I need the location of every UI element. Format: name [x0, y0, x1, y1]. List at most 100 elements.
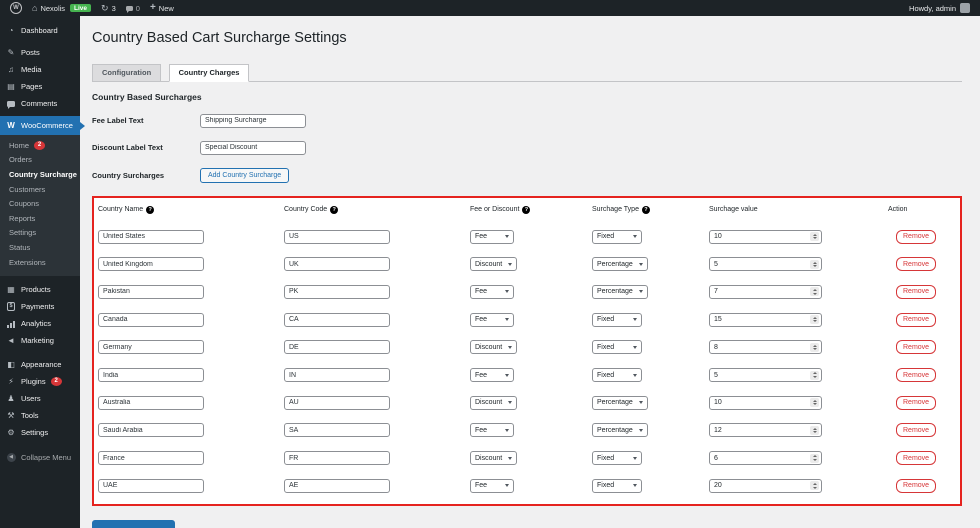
surcharge-value-input[interactable]: [711, 288, 797, 296]
fee-or-discount-select[interactable]: Fee: [470, 312, 514, 327]
sidebar-item-pages[interactable]: ▤ Pages: [0, 78, 80, 95]
sidebar-item-comments[interactable]: Comments: [0, 95, 80, 112]
surcharge-value-input[interactable]: [711, 316, 797, 324]
sidebar-item-products[interactable]: ▦ Products: [0, 281, 80, 298]
surcharge-type-select[interactable]: Fixed: [592, 340, 642, 355]
remove-button[interactable]: Remove: [896, 312, 937, 327]
remove-button[interactable]: Remove: [896, 395, 937, 410]
surcharge-type-select[interactable]: Percentage: [592, 423, 648, 438]
surcharge-value-input[interactable]: [711, 454, 797, 462]
country-code-input[interactable]: [284, 451, 390, 466]
fee-or-discount-select[interactable]: Fee: [470, 368, 514, 383]
surcharge-type-select[interactable]: Fixed: [592, 451, 642, 466]
surcharge-type-select[interactable]: Fixed: [592, 368, 642, 383]
site-name-menu[interactable]: ⌂ Nexolis Live: [32, 3, 92, 13]
country-name-input[interactable]: [98, 229, 204, 244]
sidebar-item-tools[interactable]: ⚒ Tools: [0, 407, 80, 424]
remove-button[interactable]: Remove: [896, 340, 937, 355]
number-spinner[interactable]: [810, 398, 819, 408]
surcharge-value-input[interactable]: [711, 233, 797, 241]
sidebar-item-posts[interactable]: ✎ Posts: [0, 44, 80, 61]
sidebar-item-home[interactable]: Home 2: [0, 138, 80, 153]
surcharge-type-select[interactable]: Percentage: [592, 284, 648, 299]
comments-menu[interactable]: 0: [125, 4, 140, 13]
surcharge-value-input[interactable]: [711, 371, 797, 379]
country-code-input[interactable]: [284, 284, 390, 299]
sidebar-item-settings[interactable]: ⚙ Settings: [0, 424, 80, 441]
country-code-input[interactable]: [284, 312, 390, 327]
help-icon[interactable]: ?: [522, 205, 531, 214]
sidebar-item-settings[interactable]: Settings: [0, 226, 80, 241]
add-country-surcharge-button[interactable]: Add Country Surcharge: [200, 167, 290, 183]
sidebar-item-woocommerce[interactable]: W WooCommerce: [0, 116, 85, 135]
country-code-input[interactable]: [284, 368, 390, 383]
sidebar-item-country-surcharge[interactable]: Country Surcharge: [0, 167, 80, 182]
remove-button[interactable]: Remove: [896, 257, 937, 272]
surcharge-value-input[interactable]: [711, 482, 797, 490]
country-name-input[interactable]: [98, 257, 204, 272]
sidebar-item-media[interactable]: ♫ Media: [0, 61, 80, 78]
collapse-menu-button[interactable]: ◀ Collapse Menu: [0, 449, 80, 466]
number-spinner[interactable]: [810, 287, 819, 297]
sidebar-item-users[interactable]: ♟ Users: [0, 390, 80, 407]
surcharge-value-input[interactable]: [711, 343, 797, 351]
surcharge-type-select[interactable]: Percentage: [592, 395, 648, 410]
surcharge-type-select[interactable]: Fixed: [592, 312, 642, 327]
surcharge-type-select[interactable]: Fixed: [592, 478, 642, 493]
tab-country-charges[interactable]: Country Charges: [168, 63, 250, 82]
fee-or-discount-select[interactable]: Fee: [470, 478, 514, 493]
country-name-input[interactable]: [98, 451, 204, 466]
sidebar-item-appearance[interactable]: ◧ Appearance: [0, 356, 80, 373]
country-name-input[interactable]: [98, 340, 204, 355]
fee-or-discount-select[interactable]: Discount: [470, 340, 518, 355]
sidebar-item-orders[interactable]: Orders: [0, 153, 80, 168]
sidebar-item-reports[interactable]: Reports: [0, 211, 80, 226]
number-spinner[interactable]: [810, 315, 819, 325]
wp-logo-menu[interactable]: W: [10, 2, 22, 14]
country-name-input[interactable]: [98, 368, 204, 383]
sidebar-item-coupons[interactable]: Coupons: [0, 196, 80, 211]
updates-menu[interactable]: ↻ 3: [101, 3, 116, 13]
country-name-input[interactable]: [98, 395, 204, 410]
howdy-account-menu[interactable]: Howdy, admin: [909, 4, 956, 13]
remove-button[interactable]: Remove: [896, 229, 937, 244]
fee-or-discount-select[interactable]: Discount: [470, 451, 518, 466]
tab-configuration[interactable]: Configuration: [92, 63, 162, 82]
new-content-menu[interactable]: + New: [150, 3, 174, 13]
country-name-input[interactable]: [98, 312, 204, 327]
sidebar-item-analytics[interactable]: Analytics: [0, 315, 80, 332]
fee-or-discount-select[interactable]: Fee: [470, 284, 514, 299]
sidebar-item-extensions[interactable]: Extensions: [0, 255, 80, 270]
fee-or-discount-select[interactable]: Fee: [470, 229, 514, 244]
country-name-input[interactable]: [98, 423, 204, 438]
sidebar-item-dashboard[interactable]: ◔ Dashboard: [0, 22, 80, 39]
surcharge-value-input[interactable]: [711, 260, 797, 268]
sidebar-item-plugins[interactable]: ⚡ Plugins 2: [0, 373, 80, 390]
remove-button[interactable]: Remove: [896, 423, 937, 438]
help-icon[interactable]: ?: [146, 205, 155, 214]
surcharge-type-select[interactable]: Percentage: [592, 257, 648, 272]
country-name-input[interactable]: [98, 284, 204, 299]
save-change-button[interactable]: Save Change: [92, 520, 176, 528]
country-code-input[interactable]: [284, 478, 390, 493]
number-spinner[interactable]: [810, 425, 819, 435]
country-code-input[interactable]: [284, 423, 390, 438]
country-code-input[interactable]: [284, 340, 390, 355]
number-spinner[interactable]: [810, 370, 819, 380]
help-icon[interactable]: ?: [330, 205, 339, 214]
discount-label-text-input[interactable]: [200, 140, 306, 155]
sidebar-item-status[interactable]: Status: [0, 240, 80, 255]
surcharge-type-select[interactable]: Fixed: [592, 229, 642, 244]
help-icon[interactable]: ?: [641, 205, 650, 214]
number-spinner[interactable]: [810, 453, 819, 463]
remove-button[interactable]: Remove: [896, 478, 937, 493]
country-code-input[interactable]: [284, 229, 390, 244]
fee-or-discount-select[interactable]: Discount: [470, 257, 518, 272]
fee-or-discount-select[interactable]: Discount: [470, 395, 518, 410]
country-name-input[interactable]: [98, 478, 204, 493]
surcharge-value-input[interactable]: [711, 399, 797, 407]
remove-button[interactable]: Remove: [896, 368, 937, 383]
number-spinner[interactable]: [810, 342, 819, 352]
fee-or-discount-select[interactable]: Fee: [470, 423, 514, 438]
fee-label-text-input[interactable]: [200, 113, 306, 128]
